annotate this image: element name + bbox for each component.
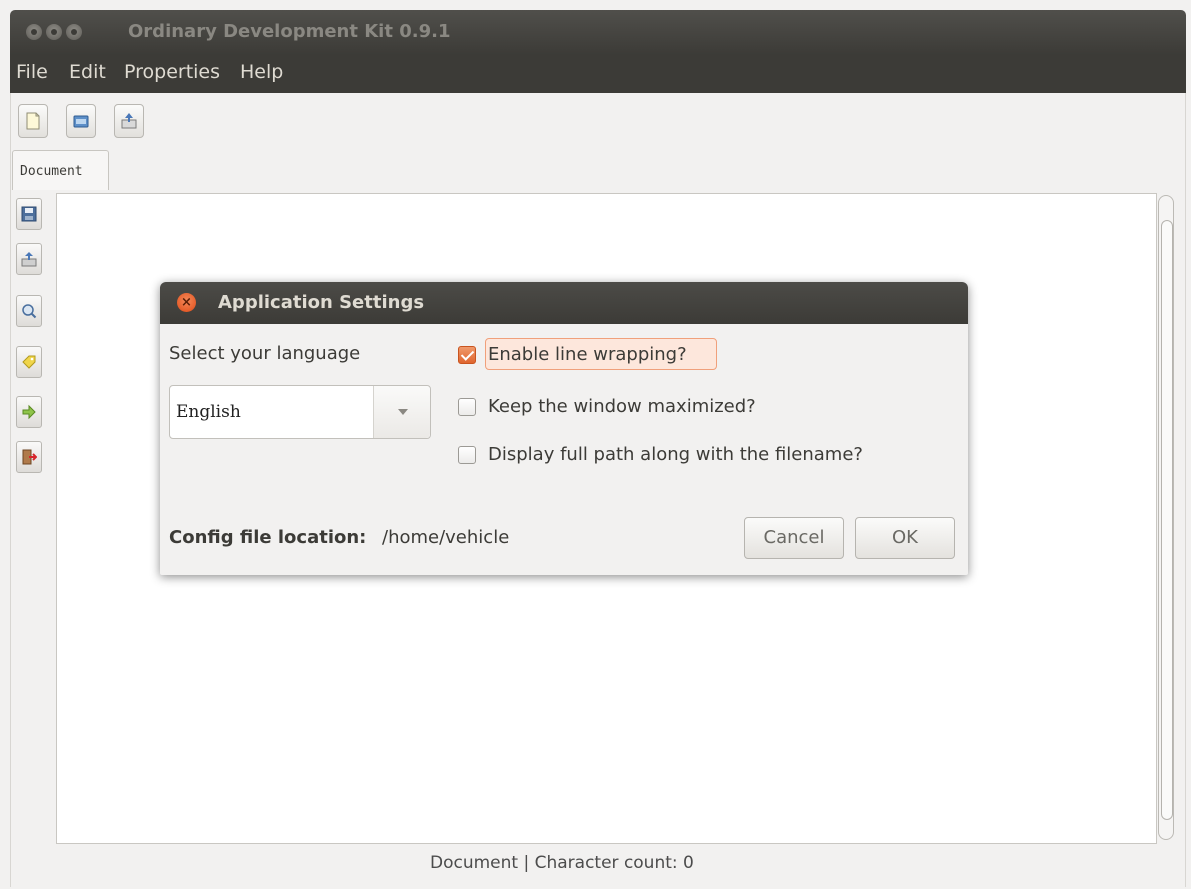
language-label: Select your language <box>169 343 361 364</box>
cancel-button[interactable]: Cancel <box>744 517 844 559</box>
menubar: File Edit Properties Help <box>10 55 1186 93</box>
scrollbar-thumb[interactable] <box>1161 220 1173 820</box>
new-file-button[interactable] <box>18 104 48 138</box>
import-button[interactable] <box>114 104 144 138</box>
menu-help[interactable]: Help <box>240 61 283 83</box>
window-titlebar: Ordinary Development Kit 0.9.1 <box>10 10 1186 55</box>
dialog-titlebar: × Application Settings <box>160 282 968 324</box>
language-dropdown-button[interactable] <box>373 386 430 438</box>
window-title: Ordinary Development Kit 0.9.1 <box>128 21 451 42</box>
open-file-button[interactable] <box>66 104 96 138</box>
menu-properties[interactable]: Properties <box>124 61 220 83</box>
status-bar: Document | Character count: 0 <box>430 853 694 873</box>
config-location-value: /home/vehicle <box>382 527 510 548</box>
open-folder-icon <box>73 115 89 128</box>
keep-maximized-checkbox[interactable] <box>458 398 476 416</box>
forward-icon <box>22 404 36 420</box>
forward-button[interactable] <box>16 396 42 428</box>
scrollbar-trough[interactable] <box>1158 195 1174 840</box>
line-wrapping-checkbox[interactable] <box>458 346 476 364</box>
menu-file[interactable]: File <box>16 61 48 83</box>
tag-button[interactable] <box>16 346 42 378</box>
export-button[interactable] <box>16 243 42 275</box>
tag-icon <box>22 355 36 369</box>
search-button[interactable] <box>16 295 42 327</box>
search-icon <box>22 304 37 319</box>
menu-edit[interactable]: Edit <box>69 61 106 83</box>
exit-button[interactable] <box>16 441 42 473</box>
keep-maximized-label[interactable]: Keep the window maximized? <box>488 396 756 417</box>
tab-document[interactable]: Document <box>12 150 109 190</box>
language-select-value: English <box>176 402 241 422</box>
editor-scrollbar[interactable] <box>1157 193 1175 844</box>
new-file-icon <box>26 112 40 130</box>
import-icon <box>121 113 137 129</box>
dialog-title: Application Settings <box>218 292 425 313</box>
config-location-label: Config file location: <box>169 527 367 548</box>
exit-icon <box>22 449 37 465</box>
export-icon <box>21 252 37 267</box>
window-maximize-icon[interactable] <box>66 24 82 40</box>
full-path-label[interactable]: Display full path along with the filenam… <box>488 444 863 465</box>
language-select[interactable]: English <box>169 385 431 439</box>
window-minimize-icon[interactable] <box>46 24 62 40</box>
ok-button[interactable]: OK <box>855 517 955 559</box>
full-path-checkbox[interactable] <box>458 446 476 464</box>
settings-dialog: × Application Settings Select your langu… <box>160 282 968 575</box>
window-close-icon[interactable] <box>26 24 42 40</box>
tab-document-label: Document <box>20 164 83 179</box>
save-icon <box>21 206 37 222</box>
save-button[interactable] <box>16 198 42 230</box>
chevron-down-icon <box>398 409 408 415</box>
dialog-close-icon[interactable]: × <box>177 293 196 312</box>
line-wrapping-label[interactable]: Enable line wrapping? <box>488 344 687 365</box>
